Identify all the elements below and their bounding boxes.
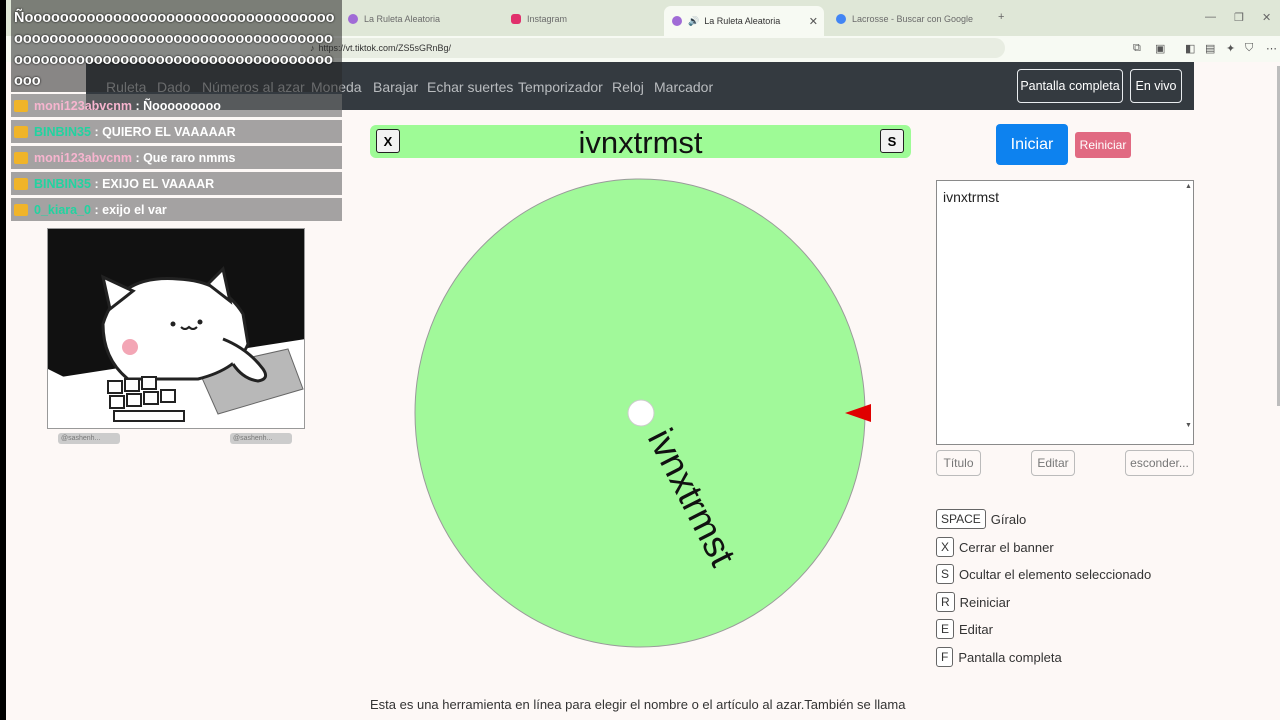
crown-icon bbox=[14, 125, 28, 138]
chat-text: : QUIERO EL VAAAAAR bbox=[94, 124, 236, 139]
nav-reloj[interactable]: Reloj bbox=[612, 79, 644, 95]
chat-username: BINBIN35 bbox=[34, 124, 91, 139]
title-button[interactable]: Título bbox=[936, 450, 981, 476]
minimize-icon[interactable]: — bbox=[1205, 11, 1216, 23]
edit-button[interactable]: Editar bbox=[1031, 450, 1075, 476]
crown-icon bbox=[14, 151, 28, 164]
wallet-icon[interactable]: ▤ bbox=[1205, 42, 1215, 55]
screen-root: { "browser": { "tabs": [ {"label": "La R… bbox=[0, 0, 1280, 720]
roulette-favicon-icon bbox=[672, 16, 682, 26]
chat-text: : EXIJO EL VAAAAR bbox=[94, 176, 215, 191]
restore-icon[interactable]: ❐ bbox=[1234, 11, 1244, 24]
left-black-edge bbox=[0, 0, 6, 720]
tab-label: Lacrosse - Buscar con Google bbox=[852, 14, 974, 24]
speaker-icon: 🔊 bbox=[688, 15, 700, 26]
shortcut-row: E Editar bbox=[936, 618, 993, 640]
shortcut-row: X Cerrar el banner bbox=[936, 536, 1054, 558]
chat-username: 0_kiara_0 bbox=[34, 202, 92, 217]
chat-message: moni123abvcnm : Que raro nmms bbox=[11, 146, 342, 169]
bongo-cat-image bbox=[47, 228, 305, 429]
roulette-favicon-icon bbox=[348, 14, 358, 24]
shield-icon[interactable]: ⛉ bbox=[1245, 42, 1253, 55]
close-tab-icon[interactable]: ✕ bbox=[809, 15, 818, 28]
menu-icon[interactable]: ⋯ bbox=[1266, 42, 1277, 55]
extensions-icon[interactable]: ⧉ bbox=[1133, 42, 1141, 55]
reader-icon[interactable]: ▣ bbox=[1155, 42, 1165, 55]
cat-illustration-icon bbox=[48, 229, 304, 428]
chat-text: : Que raro nmms bbox=[135, 150, 236, 165]
crown-icon bbox=[14, 203, 28, 216]
hide-selected-button[interactable]: S bbox=[880, 129, 904, 153]
shortcut-row: R Reiniciar bbox=[936, 591, 1010, 613]
chat-message: BINBIN35 : QUIERO EL VAAAAAR bbox=[11, 120, 342, 143]
shortcut-key: E bbox=[936, 619, 955, 639]
handle-text: @sashenh... bbox=[233, 435, 273, 442]
chat-message: BINBIN35 : EXIJO EL VAAAAR bbox=[11, 172, 342, 195]
social-handle: @sashenh... bbox=[230, 433, 292, 444]
banner-title: ivnxtrmst bbox=[578, 125, 703, 160]
entry-line: ivnxtrmst bbox=[943, 189, 999, 205]
shortcut-row: SPACE Gíralo bbox=[936, 508, 1026, 530]
crown-icon bbox=[14, 177, 28, 190]
instagram-favicon-icon bbox=[511, 14, 521, 24]
social-handle: @sashenh... bbox=[58, 433, 120, 444]
browser-tab-3-active[interactable]: 🔊 La Ruleta Aleatoria ✕ bbox=[664, 6, 824, 36]
shortcut-label: Reiniciar bbox=[959, 594, 1011, 610]
new-tab-icon[interactable]: + bbox=[998, 11, 1004, 23]
browser-tab-2[interactable]: Instagram bbox=[503, 8, 663, 30]
nav-temporizador[interactable]: Temporizador bbox=[518, 79, 603, 95]
copilot-icon[interactable]: ✦ bbox=[1226, 42, 1235, 55]
shortcut-key: S bbox=[936, 564, 955, 584]
reset-button[interactable]: Reiniciar bbox=[1075, 132, 1131, 158]
tab-label: La Ruleta Aleatoria bbox=[364, 14, 441, 24]
tab-label: Instagram bbox=[527, 14, 568, 24]
crown-icon bbox=[14, 99, 28, 112]
shortcut-row: F Pantalla completa bbox=[936, 646, 1062, 668]
chat-message: 0_kiara_0 : exijo el var bbox=[11, 198, 342, 221]
tab-label: La Ruleta Aleatoria bbox=[704, 16, 781, 26]
live-button[interactable]: En vivo bbox=[1130, 69, 1182, 103]
handle-text: @sashenh... bbox=[61, 435, 101, 442]
chat-text: : Ñooooooooo bbox=[135, 98, 221, 113]
chat-username: moni123abvcnm bbox=[34, 98, 132, 113]
shortcut-key: SPACE bbox=[936, 509, 986, 529]
chat-username: BINBIN35 bbox=[34, 176, 91, 191]
shortcut-label: Gíralo bbox=[990, 511, 1027, 527]
google-favicon-icon bbox=[836, 14, 846, 24]
url-field[interactable]: ♪https://vt.tiktok.com/ZS5sGRnBg/ bbox=[300, 38, 1005, 58]
shortcut-key: X bbox=[936, 537, 955, 557]
chat-username: moni123abvcnm bbox=[34, 150, 132, 165]
browser-tab-4[interactable]: Lacrosse - Buscar con Google bbox=[828, 8, 988, 30]
shortcut-key: R bbox=[936, 592, 955, 612]
textarea-scrollbar[interactable]: ▲ ▼ bbox=[1184, 181, 1193, 444]
chat-text: : exijo el var bbox=[94, 202, 167, 217]
browser-tab-1[interactable]: La Ruleta Aleatoria bbox=[340, 8, 500, 30]
start-button[interactable]: Iniciar bbox=[996, 124, 1068, 165]
nav-marcador[interactable]: Marcador bbox=[654, 79, 713, 95]
nav-echar-suertes[interactable]: Echar suertes bbox=[427, 79, 513, 95]
shortcut-label: Pantalla completa bbox=[958, 649, 1062, 665]
shortcut-label: Ocultar el elemento seleccionado bbox=[959, 566, 1152, 582]
tool-description: Esta es una herramienta en línea para el… bbox=[370, 697, 906, 712]
shortcut-key: F bbox=[936, 647, 954, 667]
nav-barajar[interactable]: Barajar bbox=[373, 79, 418, 95]
shortcut-label: Cerrar el banner bbox=[959, 539, 1054, 555]
wheel[interactable]: ivnxtrmst bbox=[410, 175, 880, 655]
close-banner-button[interactable]: X bbox=[376, 129, 400, 153]
chat-long-message: Ñooooooooooooooooooooooooooooooooooooooo… bbox=[14, 10, 335, 89]
wheel-center-hub bbox=[627, 399, 655, 427]
shortcut-label: Editar bbox=[959, 621, 993, 637]
shortcut-row: S Ocultar el elemento seleccionado bbox=[936, 563, 1151, 585]
entries-textarea[interactable] bbox=[936, 180, 1194, 445]
sidebar-icon[interactable]: ◧ bbox=[1185, 42, 1195, 55]
close-window-icon[interactable]: ✕ bbox=[1262, 11, 1271, 24]
fullscreen-button[interactable]: Pantalla completa bbox=[1017, 69, 1123, 103]
chat-message: moni123abvcnm : Ñooooooooo bbox=[11, 94, 342, 117]
hide-button[interactable]: esconder... bbox=[1125, 450, 1194, 476]
